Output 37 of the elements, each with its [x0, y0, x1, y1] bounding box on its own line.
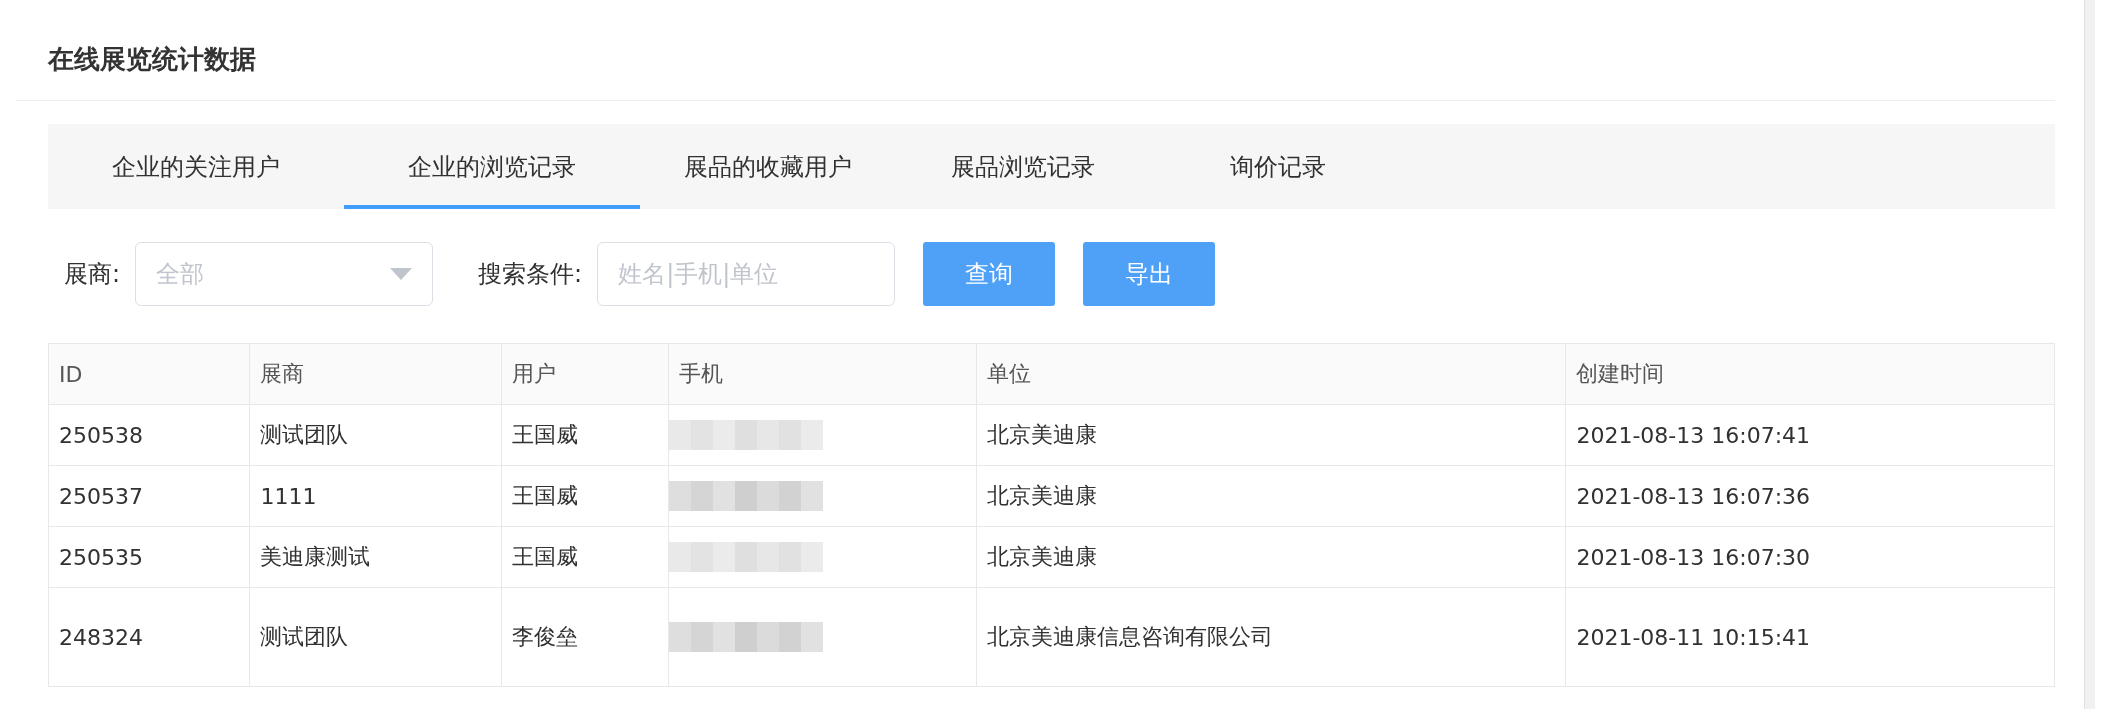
table-cell: 王国威: [501, 404, 669, 466]
table-cell: 美迪康测试: [249, 526, 502, 588]
page-title: 在线展览统计数据: [48, 43, 257, 76]
tab[interactable]: 展品浏览记录: [895, 124, 1150, 209]
table-cell: 250535: [48, 526, 250, 588]
column-header: 单位: [976, 343, 1566, 405]
search-label: 搜索条件:: [478, 259, 583, 290]
caret-icon: [390, 268, 413, 280]
table-cell: 1111: [249, 465, 502, 527]
tab[interactable]: 企业的关注用户: [48, 124, 344, 209]
table-cell: 王国威: [501, 526, 669, 588]
column-header: 用户: [501, 343, 669, 405]
column-header: ID: [48, 343, 250, 405]
tab[interactable]: 询价记录: [1150, 124, 1405, 209]
table-cell: 测试团队: [249, 587, 502, 687]
table-cell: 北京美迪康信息咨询有限公司: [976, 587, 1566, 687]
table-cell: 测试团队: [249, 404, 502, 466]
table-cell: 2021-08-13 16:07:41: [1565, 404, 2055, 466]
tab[interactable]: 展品的收藏用户: [640, 124, 895, 209]
table-cell: 李俊垒: [501, 587, 669, 687]
table-cell: 250538: [48, 404, 250, 466]
tab[interactable]: 企业的浏览记录: [344, 124, 640, 209]
column-header: 创建时间: [1565, 343, 2055, 405]
table-cell: 250537: [48, 465, 250, 527]
table-cell: 北京美迪康: [976, 404, 1566, 466]
table-cell: 2021-08-13 16:07:30: [1565, 526, 2055, 588]
table-cell: 王国威: [501, 465, 669, 527]
table-cell: 248324: [48, 587, 250, 687]
search-field[interactable]: 姓名|手机|单位: [597, 242, 896, 306]
table-cell: 2021-08-11 10:15:41: [1565, 587, 2055, 687]
table-cell: 2021-08-13 16:07:36: [1565, 465, 2055, 527]
column-header: 展商: [249, 343, 502, 405]
table-cell: 北京美迪康: [976, 526, 1566, 588]
exhibitor-label: 展商:: [64, 259, 121, 290]
table-cell: 北京美迪康: [976, 465, 1566, 527]
column-header: 手机: [668, 343, 977, 405]
scrollbar[interactable]: [2084, 0, 2095, 709]
